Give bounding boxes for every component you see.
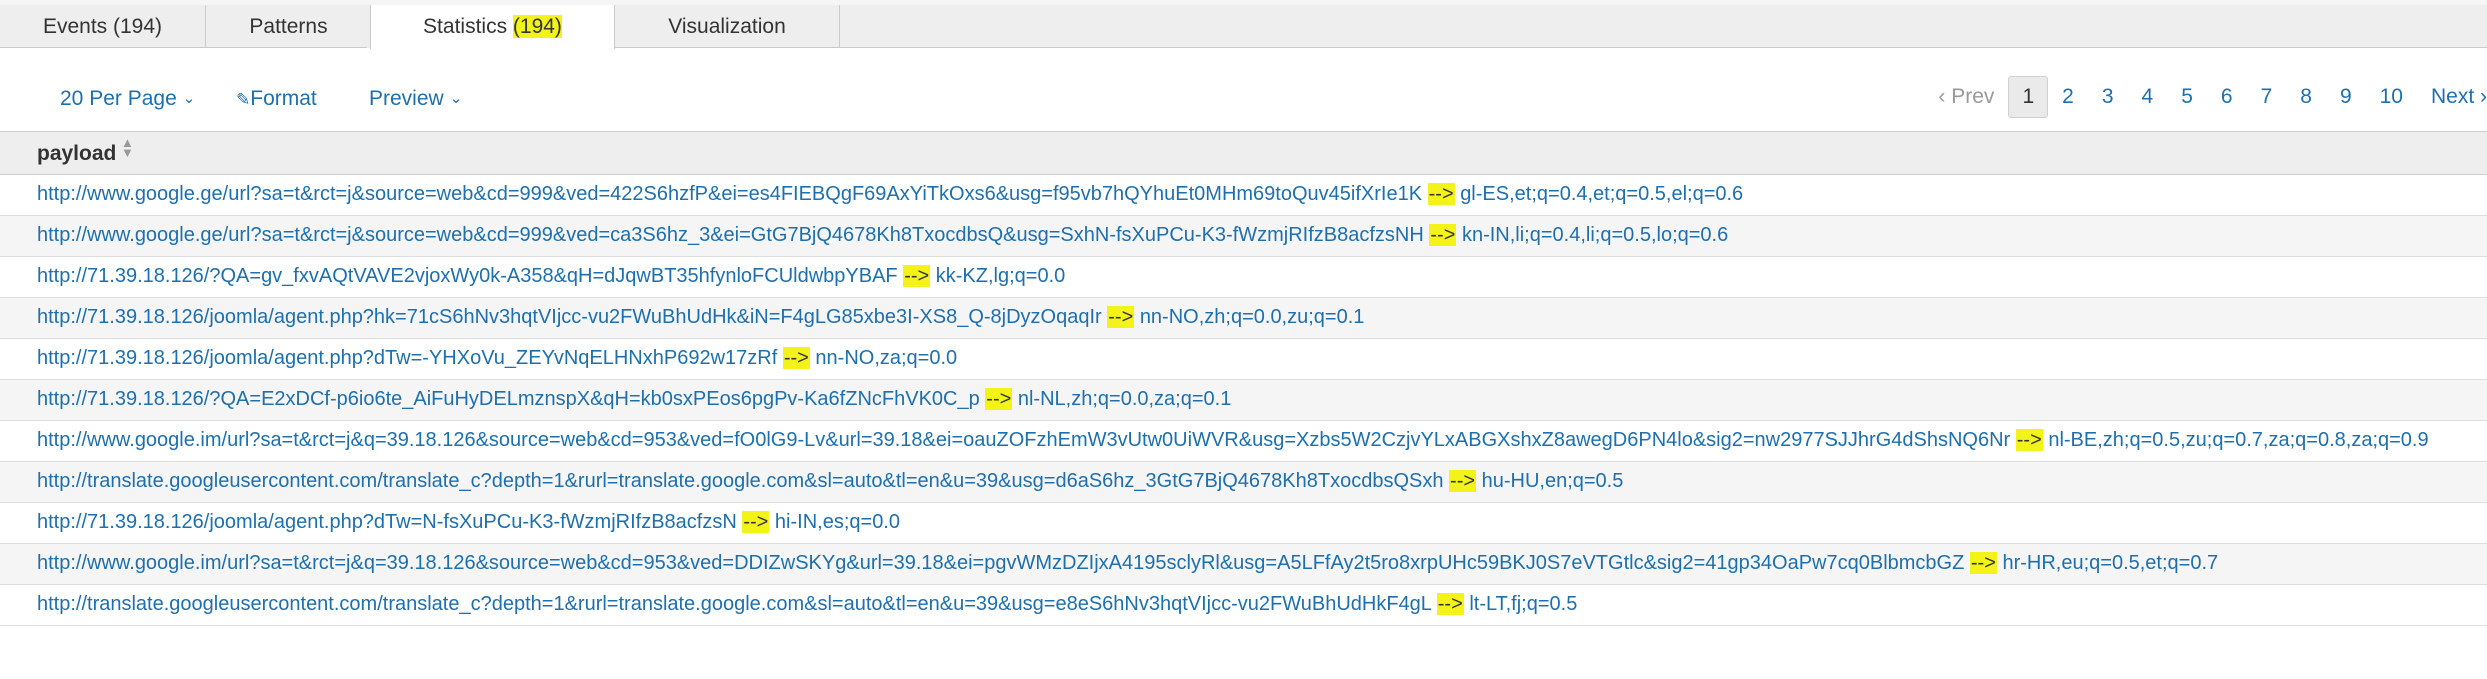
table-row: http://71.39.18.126/?QA=gv_fxvAQtVAVE2vj… [0, 257, 2487, 298]
arrow-highlight: --> [1969, 552, 1997, 574]
table-row: http://www.google.im/url?sa=t&rct=j&q=39… [0, 421, 2487, 462]
payload-language[interactable]: hi-IN,es;q=0.0 [775, 511, 900, 533]
tab-events-label: Events (194) [42, 15, 163, 38]
tab-statistics[interactable]: Statistics (194) [370, 5, 615, 49]
pagination: ‹ Prev 1 2 3 4 5 6 7 8 9 10 Next › [1924, 76, 2487, 118]
arrow-highlight: --> [782, 347, 810, 369]
pencil-icon: ✎ [236, 90, 251, 109]
arrow-highlight: --> [2015, 429, 2043, 451]
table-header: payload ▲ ▼ [0, 132, 2487, 175]
prev-page-button[interactable]: ‹ Prev [1924, 77, 2008, 117]
table-row: http://www.google.im/url?sa=t&rct=j&q=39… [0, 544, 2487, 585]
page-button-1[interactable]: 1 [2008, 76, 2049, 118]
payload-url[interactable]: http://71.39.18.126/joomla/agent.php?dTw… [37, 347, 777, 369]
payload-url[interactable]: http://71.39.18.126/?QA=E2xDCf-p6io6te_A… [37, 388, 980, 410]
page-button-5[interactable]: 5 [2167, 77, 2207, 117]
table-row: http://71.39.18.126/joomla/agent.php?hk=… [0, 298, 2487, 339]
tab-visualization[interactable]: Visualization [615, 5, 840, 48]
payload-url[interactable]: http://translate.googleusercontent.com/t… [37, 470, 1443, 492]
page-button-9[interactable]: 9 [2326, 77, 2366, 117]
payload-url[interactable]: http://71.39.18.126/?QA=gv_fxvAQtVAVE2vj… [37, 265, 898, 287]
format-button[interactable]: ✎Format [236, 85, 317, 114]
results-table-body: http://www.google.ge/url?sa=t&rct=j&sour… [0, 175, 2487, 626]
table-row: http://71.39.18.126/joomla/agent.php?dTw… [0, 503, 2487, 544]
payload-language[interactable]: nn-NO,za;q=0.0 [815, 347, 957, 369]
tab-bar: Events (194) Patterns Statistics (194) V… [0, 0, 2487, 49]
sort-icon[interactable]: ▲ ▼ [121, 136, 134, 159]
next-page-button[interactable]: Next › [2417, 77, 2487, 117]
payload-language[interactable]: nl-NL,zh;q=0.0,za;q=0.1 [1018, 388, 1231, 410]
payload-language[interactable]: kk-KZ,lg;q=0.0 [936, 265, 1066, 287]
payload-language[interactable]: nl-BE,zh;q=0.5,zu;q=0.7,za;q=0.8,za;q=0.… [2048, 429, 2428, 451]
column-header-payload[interactable]: payload ▲ ▼ [37, 136, 134, 166]
payload-url[interactable]: http://translate.googleusercontent.com/t… [37, 593, 1431, 615]
arrow-highlight: --> [903, 265, 931, 287]
table-row: http://translate.googleusercontent.com/t… [0, 462, 2487, 503]
chevron-down-icon: ⌄ [449, 90, 463, 107]
arrow-highlight: --> [1449, 470, 1477, 492]
page-button-3[interactable]: 3 [2088, 77, 2128, 117]
payload-url[interactable]: http://www.google.im/url?sa=t&rct=j&q=39… [37, 429, 2010, 451]
table-row: http://www.google.ge/url?sa=t&rct=j&sour… [0, 175, 2487, 216]
per-page-label: 20 Per Page [60, 87, 177, 110]
per-page-dropdown[interactable]: 20 Per Page ⌄ [60, 85, 195, 115]
format-label: Format [250, 87, 317, 110]
arrow-highlight: --> [1107, 306, 1135, 328]
payload-url[interactable]: http://71.39.18.126/joomla/agent.php?hk=… [37, 306, 1102, 328]
table-row: http://71.39.18.126/joomla/agent.php?dTw… [0, 339, 2487, 380]
page-button-6[interactable]: 6 [2207, 77, 2247, 117]
tab-visualization-label: Visualization [668, 15, 786, 38]
payload-language[interactable]: hr-HR,eu;q=0.5,et;q=0.7 [2002, 552, 2218, 574]
chevron-down-icon: ⌄ [182, 90, 196, 107]
payload-url[interactable]: http://71.39.18.126/joomla/agent.php?dTw… [37, 511, 737, 533]
results-toolbar: 20 Per Page ⌄ ✎Format Preview ⌄ ‹ Prev 1 2… [0, 49, 2487, 132]
payload-language[interactable]: hu-HU,en;q=0.5 [1482, 470, 1624, 492]
column-header-label: payload [37, 142, 117, 165]
payload-language[interactable]: nn-NO,zh;q=0.0,zu;q=0.1 [1140, 306, 1365, 328]
payload-url[interactable]: http://www.google.ge/url?sa=t&rct=j&sour… [37, 224, 1424, 246]
payload-url[interactable]: http://www.google.ge/url?sa=t&rct=j&sour… [37, 183, 1422, 205]
arrow-highlight: --> [742, 511, 770, 533]
page-button-10[interactable]: 10 [2366, 77, 2417, 117]
arrow-highlight: --> [1427, 183, 1455, 205]
arrow-highlight: --> [1429, 224, 1457, 246]
tab-events[interactable]: Events (194) [0, 5, 206, 48]
table-row: http://www.google.ge/url?sa=t&rct=j&sour… [0, 216, 2487, 257]
page-button-7[interactable]: 7 [2247, 77, 2287, 117]
payload-url[interactable]: http://www.google.im/url?sa=t&rct=j&q=39… [37, 552, 1964, 574]
payload-language[interactable]: kn-IN,li;q=0.4,li;q=0.5,lo;q=0.6 [1462, 224, 1728, 246]
table-row: http://71.39.18.126/?QA=E2xDCf-p6io6te_A… [0, 380, 2487, 421]
preview-label: Preview [369, 87, 444, 110]
tab-statistics-label: Statistics [423, 15, 513, 38]
tab-patterns-label: Patterns [249, 15, 328, 38]
page-button-4[interactable]: 4 [2128, 77, 2168, 117]
table-row: http://translate.googleusercontent.com/t… [0, 585, 2487, 626]
page-button-8[interactable]: 8 [2286, 77, 2326, 117]
preview-dropdown[interactable]: Preview ⌄ [369, 85, 462, 115]
payload-language[interactable]: lt-LT,fj;q=0.5 [1469, 593, 1577, 615]
tab-patterns[interactable]: Patterns [206, 5, 371, 48]
tab-statistics-count: (194) [512, 15, 562, 38]
arrow-highlight: --> [985, 388, 1013, 410]
page-button-2[interactable]: 2 [2048, 77, 2088, 117]
arrow-highlight: --> [1436, 593, 1464, 615]
payload-language[interactable]: gl-ES,et;q=0.4,et;q=0.5,el;q=0.6 [1460, 183, 1743, 205]
